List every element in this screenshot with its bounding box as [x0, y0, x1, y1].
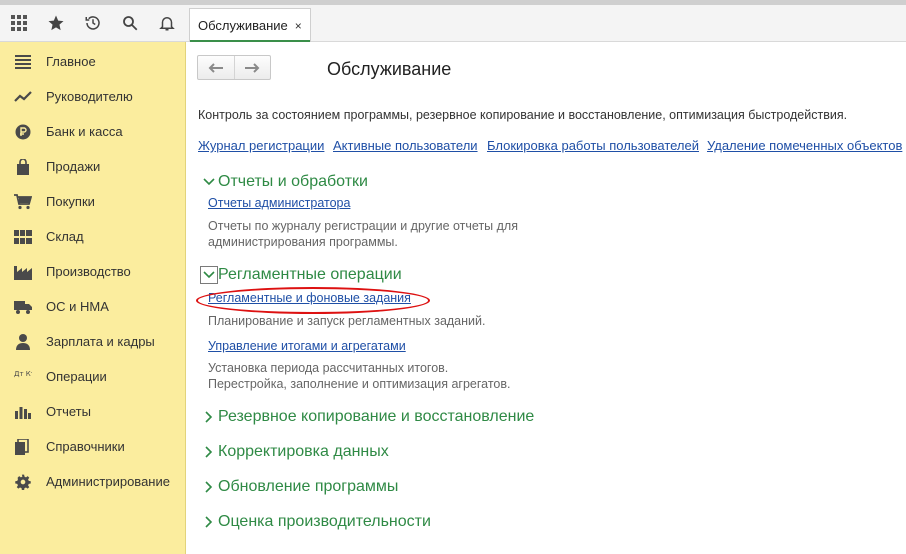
warehouse-grid-icon — [0, 229, 46, 244]
sidebar-item-label: ОС и НМА — [46, 299, 109, 314]
search-icon[interactable] — [111, 5, 148, 42]
sidebar-item-label: Покупки — [46, 194, 95, 209]
section-title: Корректировка данных — [218, 443, 389, 460]
link-delete-marked[interactable]: Удаление помеченных объектов — [707, 138, 902, 153]
truck-icon — [0, 300, 46, 314]
chevron-right-icon — [200, 443, 218, 461]
reports-description-line: администрирования программы. — [208, 235, 398, 249]
link-event-log[interactable]: Журнал регистрации — [198, 138, 324, 153]
tab-label: Обслуживание — [198, 18, 288, 33]
sidebar-item-label: Справочники — [46, 439, 125, 454]
totals-description: Установка периода рассчитанных итогов. П… — [208, 360, 510, 392]
sidebar-item-label: Банк и касса — [46, 124, 123, 139]
shopping-bag-icon — [0, 158, 46, 175]
sidebar-item-label: Склад — [46, 229, 84, 244]
sidebar-item-operations[interactable]: Дт Кт Операции — [0, 359, 185, 394]
top-toolbar — [0, 5, 186, 42]
section-correction-header[interactable]: Корректировка данных — [200, 443, 389, 461]
tab-maintenance[interactable]: Обслуживание × — [189, 8, 311, 42]
ruble-coin-icon — [0, 124, 46, 140]
sidebar-item-label: Продажи — [46, 159, 101, 174]
sidebar-item-manager[interactable]: Руководителю — [0, 79, 185, 114]
gear-icon — [0, 474, 46, 490]
reports-description: Отчеты по журналу регистрации и другие о… — [208, 218, 518, 250]
chevron-down-icon — [200, 266, 218, 284]
trend-chart-icon — [0, 90, 46, 103]
star-icon[interactable] — [37, 5, 74, 42]
chevron-right-icon — [200, 513, 218, 531]
history-nav — [197, 55, 271, 80]
sidebar-item-label: Производство — [46, 264, 131, 279]
bar-chart-icon — [0, 405, 46, 419]
section-backup-header[interactable]: Резервное копирование и восстановление — [200, 408, 534, 426]
chevron-right-icon — [200, 478, 218, 496]
sidebar-item-label: Отчеты — [46, 404, 91, 419]
sidebar-item-admin[interactable]: Администрирование — [0, 464, 185, 499]
dt-kt-icon: Дт Кт — [0, 369, 46, 385]
totals-description-line: Перестройка, заполнение и оптимизация аг… — [208, 377, 511, 391]
sidebar-item-catalogs[interactable]: Справочники — [0, 429, 185, 464]
sidebar-item-purchases[interactable]: Покупки — [0, 184, 185, 219]
chevron-right-icon — [200, 408, 218, 426]
history-icon[interactable] — [74, 5, 111, 42]
sidebar-item-reports[interactable]: Отчеты — [0, 394, 185, 429]
section-title: Оценка производительности — [218, 513, 431, 530]
bell-icon[interactable] — [148, 5, 185, 42]
main-content: Обслуживание Контроль за состоянием прог… — [186, 42, 906, 554]
sidebar-item-label: Администрирование — [46, 474, 170, 489]
section-performance-header[interactable]: Оценка производительности — [200, 513, 431, 531]
back-button[interactable] — [198, 56, 234, 79]
sidebar-item-sales[interactable]: Продажи — [0, 149, 185, 184]
sidebar-item-production[interactable]: Производство — [0, 254, 185, 289]
sidebar-item-main[interactable]: Главное — [0, 44, 185, 79]
section-title: Регламентные операции — [218, 266, 402, 283]
menu-lines-icon — [0, 54, 46, 69]
link-scheduled-jobs[interactable]: Регламентные и фоновые задания — [208, 291, 411, 305]
link-totals-aggregates[interactable]: Управление итогами и агрегатами — [208, 339, 406, 353]
reports-description-line: Отчеты по журналу регистрации и другие о… — [208, 219, 518, 233]
section-title: Обновление программы — [218, 478, 399, 495]
link-block-users[interactable]: Блокировка работы пользователей — [487, 138, 699, 153]
forward-button[interactable] — [233, 56, 271, 79]
cart-icon — [0, 193, 46, 210]
link-active-users[interactable]: Активные пользователи — [333, 138, 478, 153]
page-description: Контроль за состоянием программы, резерв… — [198, 108, 848, 122]
section-routine-header[interactable]: Регламентные операции — [200, 266, 402, 284]
section-update-header[interactable]: Обновление программы — [200, 478, 398, 496]
link-admin-reports[interactable]: Отчеты администратора — [208, 196, 350, 210]
totals-description-line: Установка периода рассчитанных итогов. — [208, 361, 449, 375]
apps-grid-icon[interactable] — [0, 5, 37, 42]
factory-icon — [0, 264, 46, 280]
sidebar-item-label: Зарплата и кадры — [46, 334, 155, 349]
sidebar-item-warehouse[interactable]: Склад — [0, 219, 185, 254]
tab-bar: Обслуживание × — [186, 5, 906, 42]
books-icon — [0, 438, 46, 455]
sidebar-item-salary[interactable]: Зарплата и кадры — [0, 324, 185, 359]
page-title: Обслуживание — [327, 59, 452, 79]
scheduled-jobs-description: Планирование и запуск регламентных задан… — [208, 314, 486, 328]
section-title: Резервное копирование и восстановление — [218, 408, 535, 425]
sidebar-item-bank[interactable]: Банк и касса — [0, 114, 185, 149]
section-reports-header[interactable]: Отчеты и обработки — [200, 173, 368, 191]
section-title: Отчеты и обработки — [218, 173, 368, 190]
sidebar-item-fixed-assets[interactable]: ОС и НМА — [0, 289, 185, 324]
sidebar-item-label: Операции — [46, 369, 107, 384]
sidebar: Главное Руководителю Банк и касса Продаж… — [0, 42, 186, 554]
sidebar-item-label: Руководителю — [46, 89, 133, 104]
person-icon — [0, 333, 46, 350]
dt-kt-icon-text: Дт Кт — [14, 370, 32, 378]
close-icon[interactable]: × — [295, 19, 302, 33]
sidebar-item-label: Главное — [46, 54, 96, 69]
chevron-down-icon — [200, 173, 218, 191]
